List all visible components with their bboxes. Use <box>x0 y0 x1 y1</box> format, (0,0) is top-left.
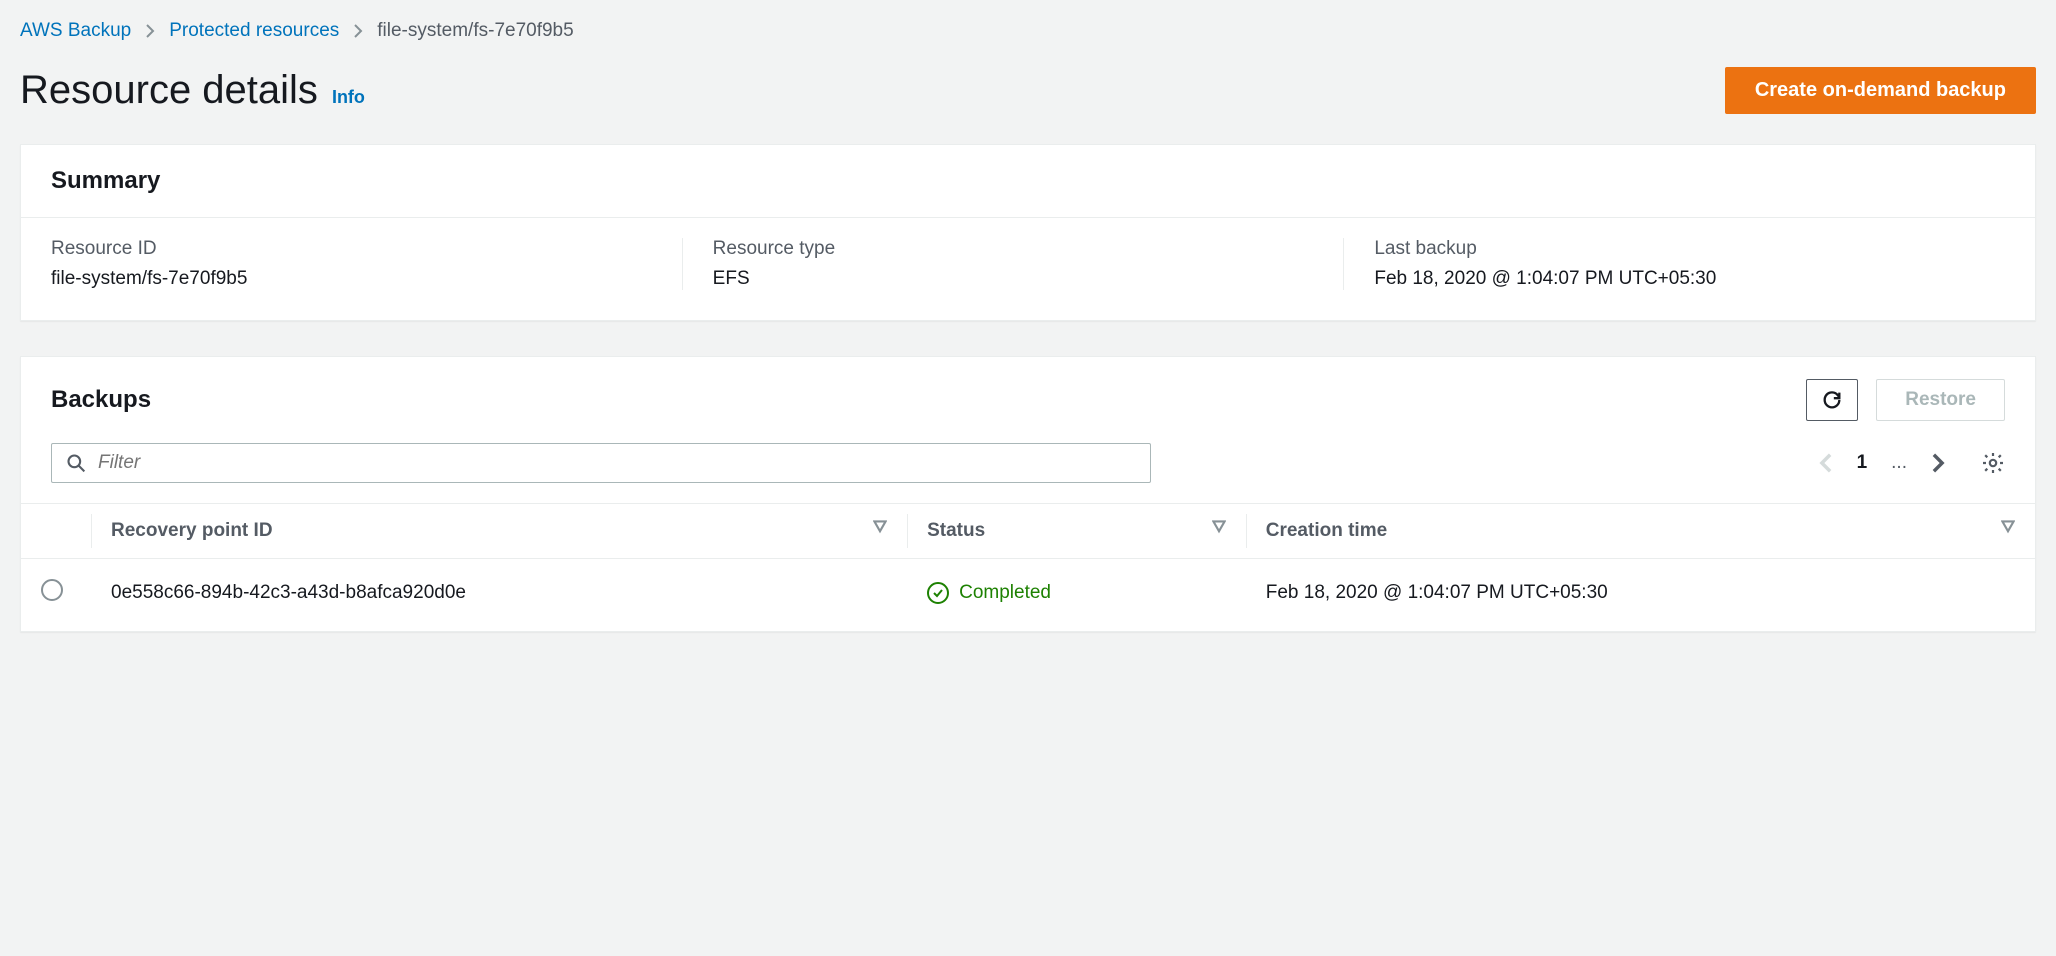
breadcrumb-section[interactable]: Protected resources <box>169 20 339 42</box>
col-recovery-point[interactable]: Recovery point ID <box>91 504 907 559</box>
resource-type-label: Resource type <box>713 238 1314 260</box>
summary-title: Summary <box>51 167 160 195</box>
pager-ellipsis: ... <box>1891 452 1907 474</box>
col-select <box>21 504 91 559</box>
resource-id-value: file-system/fs-7e70f9b5 <box>51 268 652 290</box>
settings-button[interactable] <box>1981 451 2005 475</box>
backups-panel: Backups Restore 1 ... <box>20 356 2036 632</box>
status-text: Completed <box>959 582 1051 604</box>
page-title: Resource details Info <box>20 68 365 113</box>
pager-next[interactable] <box>1931 452 1945 474</box>
cell-creation-time: Feb 18, 2020 @ 1:04:07 PM UTC+05:30 <box>1246 559 2035 628</box>
summary-resource-id: Resource ID file-system/fs-7e70f9b5 <box>51 238 682 290</box>
create-backup-button[interactable]: Create on-demand backup <box>1725 67 2036 114</box>
summary-header: Summary <box>21 145 2035 218</box>
sort-icon <box>1212 520 1226 534</box>
col-status-label: Status <box>927 520 985 541</box>
refresh-button[interactable] <box>1806 379 1858 421</box>
resource-id-label: Resource ID <box>51 238 652 260</box>
restore-button: Restore <box>1876 379 2005 421</box>
last-backup-value: Feb 18, 2020 @ 1:04:07 PM UTC+05:30 <box>1374 268 1975 290</box>
chevron-right-icon <box>145 23 155 39</box>
cell-recovery-point: 0e558c66-894b-42c3-a43d-b8afca920d0e <box>91 559 907 628</box>
filter-input[interactable] <box>98 452 1136 474</box>
sort-icon <box>2001 520 2015 534</box>
backups-header: Backups Restore <box>21 357 2035 443</box>
page-title-text: Resource details <box>20 68 318 113</box>
filter-row: 1 ... <box>21 443 2035 503</box>
breadcrumb: AWS Backup Protected resources file-syst… <box>20 20 2036 42</box>
backups-table: Recovery point ID Status Creation time <box>21 503 2035 627</box>
summary-panel: Summary Resource ID file-system/fs-7e70f… <box>20 144 2036 321</box>
sort-icon <box>873 520 887 534</box>
resource-type-value: EFS <box>713 268 1314 290</box>
backups-actions: Restore <box>1806 379 2005 421</box>
table-row: 0e558c66-894b-42c3-a43d-b8afca920d0e Com… <box>21 559 2035 628</box>
col-recovery-point-label: Recovery point ID <box>111 520 273 541</box>
filter-box[interactable] <box>51 443 1151 483</box>
backups-title: Backups <box>51 386 151 414</box>
search-icon <box>66 453 86 473</box>
pager: 1 ... <box>1819 451 2005 475</box>
summary-grid: Resource ID file-system/fs-7e70f9b5 Reso… <box>21 218 2035 320</box>
chevron-right-icon <box>353 23 363 39</box>
col-creation-time-label: Creation time <box>1266 520 1387 541</box>
col-status[interactable]: Status <box>907 504 1246 559</box>
gear-icon <box>1981 451 2005 475</box>
success-icon <box>927 582 949 604</box>
info-link[interactable]: Info <box>332 87 365 108</box>
refresh-icon <box>1821 389 1843 411</box>
col-creation-time[interactable]: Creation time <box>1246 504 2035 559</box>
page-header: Resource details Info Create on-demand b… <box>20 67 2036 114</box>
last-backup-label: Last backup <box>1374 238 1975 260</box>
pager-page: 1 <box>1857 452 1868 474</box>
breadcrumb-current: file-system/fs-7e70f9b5 <box>377 20 573 42</box>
row-radio[interactable] <box>41 579 63 601</box>
summary-last-backup: Last backup Feb 18, 2020 @ 1:04:07 PM UT… <box>1343 238 2005 290</box>
pager-prev <box>1819 452 1833 474</box>
cell-status: Completed <box>927 582 1226 604</box>
summary-resource-type: Resource type EFS <box>682 238 1344 290</box>
breadcrumb-root[interactable]: AWS Backup <box>20 20 131 42</box>
